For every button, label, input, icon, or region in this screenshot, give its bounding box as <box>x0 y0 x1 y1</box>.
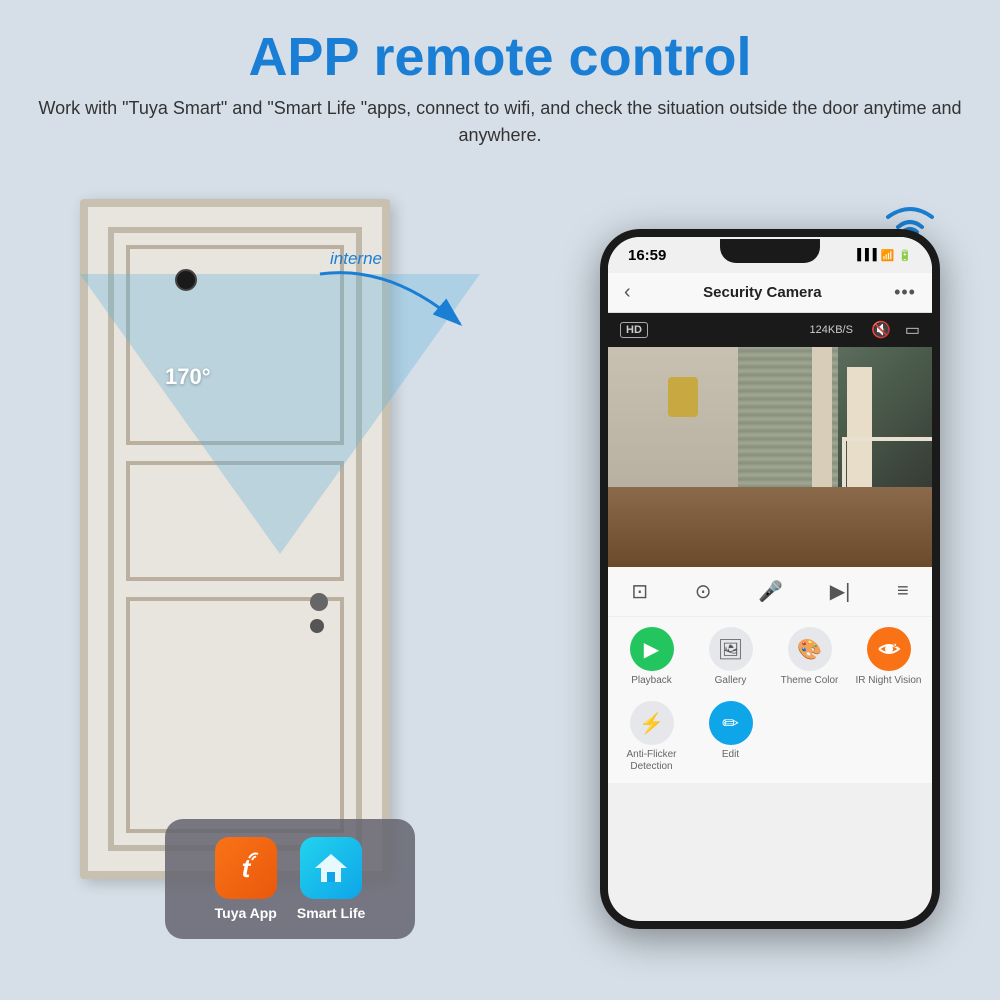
record-icon[interactable]: ▭ <box>905 320 920 340</box>
arrow-icon <box>310 264 470 344</box>
mute-icon[interactable]: 🔇 <box>871 320 891 340</box>
arrow-container: interne <box>310 249 470 349</box>
porch-wall <box>608 347 738 487</box>
page-subtitle: Work with "Tuya Smart" and "Smart Life "… <box>20 95 980 149</box>
gallery-item[interactable]: 🖼 Gallery <box>695 627 766 687</box>
back-button[interactable]: ‹ <box>624 281 631 304</box>
page-title: APP remote control <box>20 28 980 87</box>
theme-color-label: Theme Color <box>781 675 839 687</box>
hd-badge: HD <box>620 322 648 338</box>
fov-label: 170° <box>165 364 211 390</box>
signal-icon: ▐▐▐ <box>853 249 876 261</box>
cam-toolbar-right: 124KB/S 🔇 ▭ <box>810 320 920 340</box>
playback-label: Playback <box>631 675 672 687</box>
mic-icon[interactable]: 🎤 <box>758 579 783 604</box>
smart-life-app-icon <box>300 837 362 899</box>
ir-night-vision-item[interactable]: 6 IR Night Vision <box>853 627 924 687</box>
controls-row: ⊡ ⊙ 🎤 ▶| ≡ <box>608 567 932 617</box>
kb-speed-badge: 124KB/S <box>810 324 853 336</box>
porch-floor <box>608 487 932 567</box>
wifi-status-icon: 📶 <box>881 249 895 262</box>
anti-flicker-item[interactable]: ⚡ Anti-Flicker Detection <box>616 701 687 773</box>
nav-title: Security Camera <box>703 284 821 301</box>
fullscreen-icon[interactable]: ⊡ <box>631 579 648 604</box>
phone-screen: 16:59 ▐▐▐ 📶 🔋 ‹ Security Camera ••• HD <box>608 237 932 921</box>
smart-life-app-name: Smart Life <box>297 905 365 921</box>
icons-grid: ▶ Playback 🖼 Gallery 🎨 Theme Color <box>608 617 932 697</box>
porch-column2 <box>812 347 832 487</box>
eye-icon-svg: 6 <box>877 637 901 661</box>
camera-feed <box>608 347 932 567</box>
battery-icon: 🔋 <box>898 249 912 262</box>
anti-flicker-label: Anti-Flicker Detection <box>616 749 687 773</box>
icons-row2: ⚡ Anti-Flicker Detection ✏ Edit <box>608 697 932 783</box>
svg-text:6: 6 <box>893 640 898 649</box>
ir-night-vision-icon: 6 <box>867 627 911 671</box>
app-icons-box: t Tuya App Smart Life <box>165 819 415 939</box>
phone-notch <box>720 239 820 263</box>
door-knob-bottom <box>310 619 324 633</box>
tuya-app-name: Tuya App <box>215 905 277 921</box>
ir-night-vision-label: IR Night Vision <box>856 675 922 687</box>
playback-item[interactable]: ▶ Playback <box>616 627 687 687</box>
porch-lamp <box>668 377 698 417</box>
smart-life-app-item: Smart Life <box>297 837 365 921</box>
theme-color-icon: 🎨 <box>788 627 832 671</box>
door-section: 170° interne t <box>0 169 500 969</box>
porch-rail <box>842 437 932 487</box>
main-content: 170° interne t <box>0 169 1000 969</box>
phone-section: 16:59 ▐▐▐ 📶 🔋 ‹ Security Camera ••• HD <box>600 189 980 949</box>
door-knob-top <box>310 593 328 611</box>
more-options-button[interactable]: ••• <box>894 282 916 303</box>
status-time: 16:59 <box>628 247 666 264</box>
edit-label: Edit <box>722 749 739 761</box>
phone-body: 16:59 ▐▐▐ 📶 🔋 ‹ Security Camera ••• HD <box>600 229 940 929</box>
record-btn-icon[interactable]: ▶| <box>830 579 851 604</box>
door-handle <box>310 593 328 633</box>
camera-toolbar: HD 124KB/S 🔇 ▭ <box>608 313 932 347</box>
gallery-icon: 🖼 <box>709 627 753 671</box>
playback-icon: ▶ <box>630 627 674 671</box>
menu-icon[interactable]: ≡ <box>897 580 909 603</box>
screenshot-icon[interactable]: ⊙ <box>695 579 712 604</box>
edit-item[interactable]: ✏ Edit <box>695 701 766 773</box>
smart-life-logo-svg <box>311 848 351 888</box>
header-section: APP remote control Work with "Tuya Smart… <box>0 0 1000 159</box>
edit-icon: ✏ <box>709 701 753 745</box>
porch-scene <box>608 347 932 567</box>
tuya-app-item: t Tuya App <box>215 837 277 921</box>
nav-bar: ‹ Security Camera ••• <box>608 273 932 313</box>
tuya-app-icon: t <box>215 837 277 899</box>
gallery-label: Gallery <box>715 675 747 687</box>
anti-flicker-icon: ⚡ <box>630 701 674 745</box>
tuya-logo-svg: t <box>226 848 266 888</box>
status-icons: ▐▐▐ 📶 🔋 <box>853 249 912 262</box>
theme-color-item[interactable]: 🎨 Theme Color <box>774 627 845 687</box>
